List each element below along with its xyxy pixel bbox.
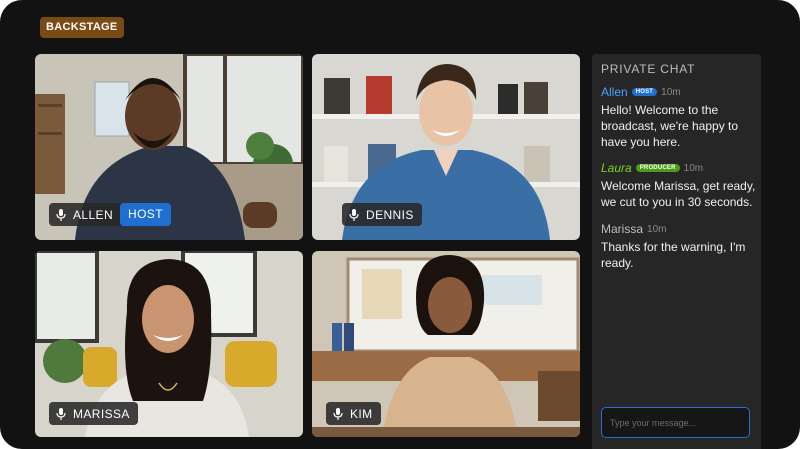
chat-message: Allen HOST 10m Hello! Welcome to the bro… — [601, 85, 756, 150]
mic-icon — [333, 407, 343, 420]
backstage-badge: BACKSTAGE — [40, 17, 124, 38]
broadcast-studio-window: BACKSTAGE ALLEN HOST DENNIS MARISSA KIM … — [0, 0, 800, 449]
message-sender: Marissa — [601, 222, 644, 236]
message-time: 10m — [661, 86, 681, 98]
private-chat-panel: PRIVATE CHAT Allen HOST 10m Hello! Welco… — [592, 54, 761, 449]
participant-name: ALLEN — [73, 207, 114, 222]
participant-nametag: DENNIS — [342, 203, 422, 226]
message-time: 10m — [683, 162, 704, 174]
message-text: Hello! Welcome to the broadcast, we're h… — [601, 103, 739, 149]
message-text: Welcome Marissa, get ready, we cut to yo… — [601, 179, 756, 209]
video-tile-dennis[interactable]: DENNIS — [312, 54, 580, 240]
host-role-badge: HOST — [631, 88, 658, 96]
video-tile-allen[interactable]: ALLEN HOST — [35, 54, 303, 240]
chat-message: Laura PRODUCER 10m Welcome Marissa, get … — [601, 161, 756, 210]
producer-role-badge: PRODUCER — [635, 164, 680, 172]
video-tile-kim[interactable]: KIM — [312, 251, 580, 437]
participant-name: KIM — [350, 406, 373, 421]
chat-title: PRIVATE CHAT — [601, 62, 696, 76]
message-sender: Laura — [601, 161, 632, 175]
mic-icon — [349, 208, 359, 221]
mic-icon — [56, 208, 66, 221]
mic-icon — [56, 407, 66, 420]
chat-message-input[interactable] — [601, 407, 750, 438]
message-time: 10m — [647, 223, 667, 235]
host-badge: HOST — [120, 203, 171, 226]
video-tile-marissa[interactable]: MARISSA — [35, 251, 303, 437]
chat-message: Marissa 10m Thanks for the warning, I'm … — [601, 222, 756, 271]
participant-nametag: KIM — [326, 402, 381, 425]
participant-nametag: MARISSA — [49, 402, 138, 425]
participant-name: DENNIS — [366, 207, 414, 222]
participant-name: MARISSA — [73, 406, 130, 421]
message-text: Thanks for the warning, I'm ready. — [601, 240, 746, 270]
message-sender: Allen — [601, 85, 628, 99]
participant-nametag: ALLEN — [49, 203, 122, 226]
